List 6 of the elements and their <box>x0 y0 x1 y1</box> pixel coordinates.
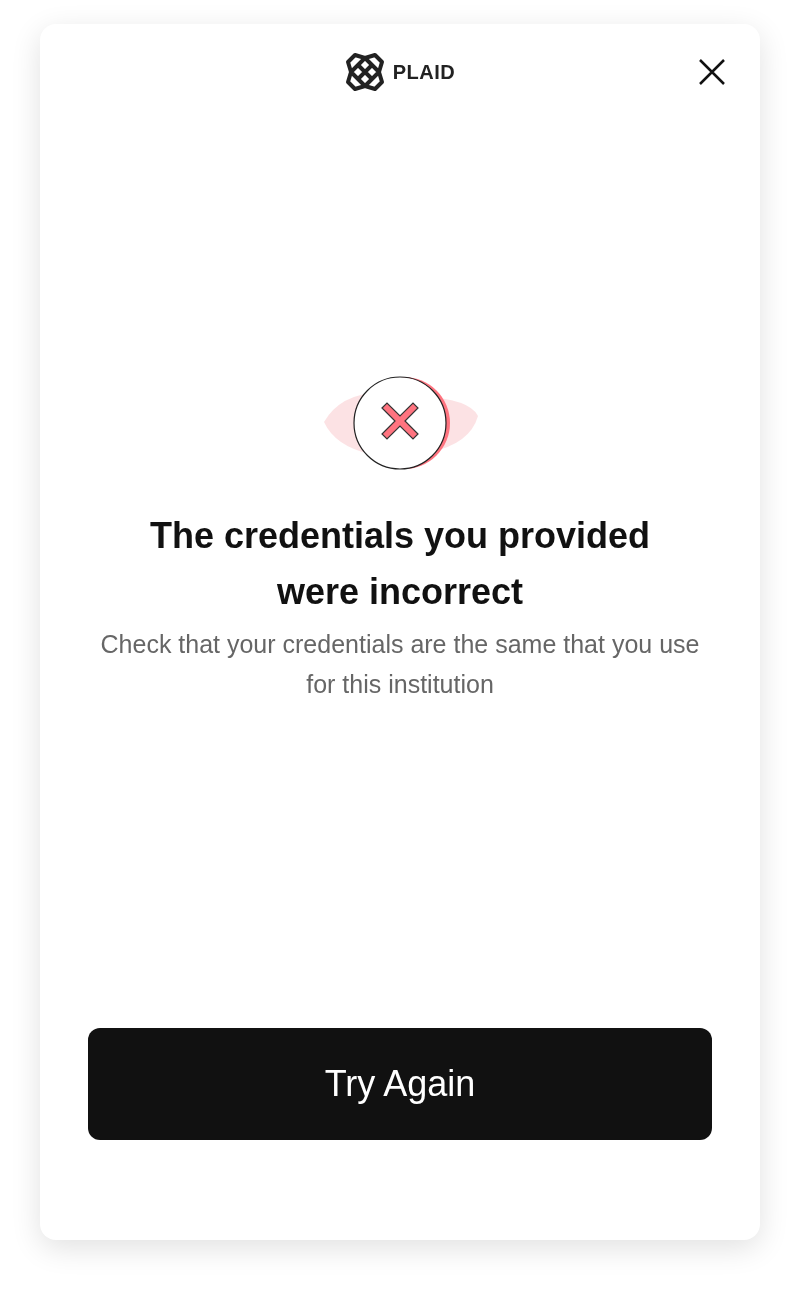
close-icon <box>698 58 726 86</box>
error-title: The credentials you provided were incorrect <box>148 514 652 614</box>
error-message: Check that your credentials are the same that you use for this institution <box>99 629 701 700</box>
logo-text: PLAID <box>392 60 456 85</box>
logo-icon <box>344 52 385 92</box>
try-again-button[interactable]: Try Again <box>88 1028 712 1140</box>
